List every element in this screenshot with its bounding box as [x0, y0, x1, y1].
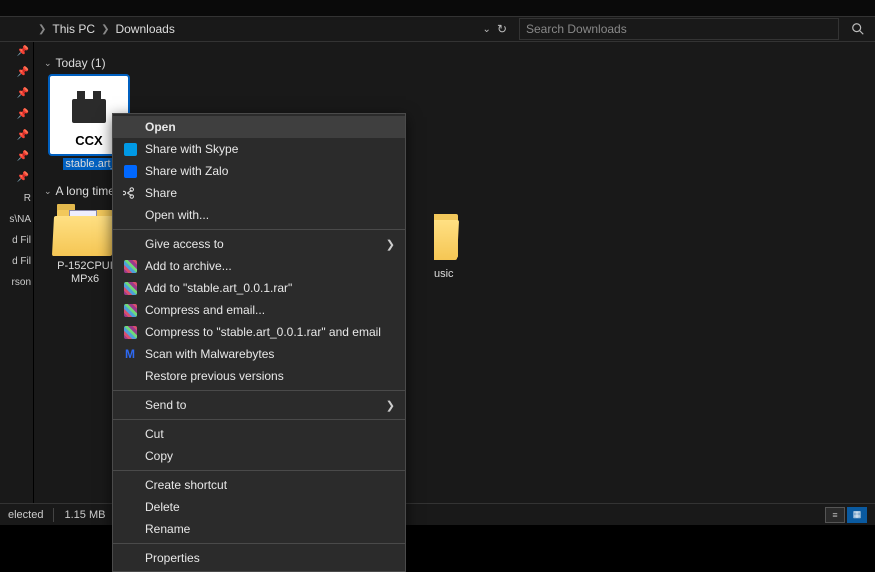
ctx-send-to[interactable]: Send to ❯ — [113, 394, 405, 416]
ctx-separator — [113, 470, 405, 471]
sidebar-item-label[interactable]: s\NA — [9, 214, 33, 225]
ctx-give-access[interactable]: Give access to ❯ — [113, 233, 405, 255]
ctx-share-zalo[interactable]: Share with Zalo — [113, 160, 405, 182]
ctx-separator — [113, 390, 405, 391]
navigation-pane[interactable]: 📌 📌 📌 📌 📌 📌 📌 R s\NA d Fil d Fil rson — [0, 42, 34, 503]
winrar-icon — [124, 326, 137, 339]
pin-icon: 📌 — [17, 88, 33, 99]
share-icon — [121, 185, 139, 201]
ctx-restore-previous[interactable]: Restore previous versions — [113, 365, 405, 387]
chevron-down-icon: ⌄ — [44, 58, 52, 69]
ctx-open-with[interactable]: Open with... — [113, 204, 405, 226]
refresh-icon[interactable]: ↻ — [497, 22, 507, 36]
ctx-add-archive[interactable]: Add to archive... — [113, 255, 405, 277]
search-placeholder: Search Downloads — [526, 22, 832, 36]
status-size-label: 1.15 MB — [64, 509, 105, 521]
pin-icon: 📌 — [17, 151, 33, 162]
ctx-cut[interactable]: Cut — [113, 423, 405, 445]
ctx-separator — [113, 229, 405, 230]
ctx-compress-to[interactable]: Compress to "stable.art_0.0.1.rar" and e… — [113, 321, 405, 343]
address-bar: ❯ This PC ❯ Downloads ⌄ ↻ Search Downloa… — [0, 16, 875, 42]
folder-name-label: usic — [434, 268, 454, 280]
folder-thumbnail — [53, 206, 117, 256]
breadcrumb-item[interactable]: Downloads — [115, 22, 174, 36]
view-large-icons-button[interactable]: ▦ — [847, 507, 867, 523]
pin-icon: 📌 — [17, 67, 33, 78]
search-input[interactable]: Search Downloads — [519, 18, 839, 40]
chevron-down-icon: ⌄ — [44, 186, 52, 197]
chevron-right-icon: ❯ — [386, 238, 395, 251]
zalo-icon — [124, 165, 137, 178]
pin-icon: 📌 — [17, 109, 33, 120]
search-icon[interactable] — [851, 22, 865, 36]
chevron-down-icon[interactable]: ⌄ — [483, 24, 491, 35]
ctx-properties[interactable]: Properties — [113, 547, 405, 569]
folder-item-partial[interactable] — [434, 210, 464, 262]
winrar-icon — [124, 260, 137, 273]
status-divider — [53, 508, 54, 522]
address-refresh-group: ⌄ ↻ — [483, 22, 515, 36]
sidebar-item-label[interactable]: d Fil — [12, 256, 33, 267]
chevron-right-icon: ❯ — [38, 24, 46, 35]
sidebar-item-label[interactable]: d Fil — [12, 235, 33, 246]
ctx-open[interactable]: Open — [113, 116, 405, 138]
ctx-create-shortcut[interactable]: Create shortcut — [113, 474, 405, 496]
sidebar-item-label[interactable]: R — [24, 193, 33, 204]
ctx-share-skype[interactable]: Share with Skype — [113, 138, 405, 160]
ctx-rename[interactable]: Rename — [113, 518, 405, 540]
pin-icon: 📌 — [17, 46, 33, 57]
ctx-add-to-rar[interactable]: Add to "stable.art_0.0.1.rar" — [113, 277, 405, 299]
chevron-right-icon: ❯ — [101, 24, 109, 35]
ctx-compress-email[interactable]: Compress and email... — [113, 299, 405, 321]
group-header-today[interactable]: ⌄ Today (1) — [44, 56, 865, 70]
group-header-label: Today (1) — [56, 56, 106, 70]
file-name-label: stable.art_ — [63, 158, 118, 170]
file-extension-label: CCX — [75, 133, 102, 148]
chevron-right-icon: ❯ — [386, 399, 395, 412]
breadcrumb[interactable]: ❯ This PC ❯ Downloads — [34, 22, 175, 36]
ctx-separator — [113, 419, 405, 420]
sidebar-item-label[interactable]: rson — [12, 277, 33, 288]
ctx-copy[interactable]: Copy — [113, 445, 405, 467]
pin-icon: 📌 — [17, 172, 33, 183]
ribbon-placeholder — [0, 0, 875, 16]
context-menu: Open Share with Skype Share with Zalo Sh… — [112, 113, 406, 572]
pin-icon: 📌 — [17, 130, 33, 141]
ctx-delete[interactable]: Delete — [113, 496, 405, 518]
group-header-label: A long time — [56, 184, 115, 198]
breadcrumb-item[interactable]: This PC — [52, 22, 95, 36]
plugin-glyph-icon — [72, 99, 106, 123]
ctx-scan-malwarebytes[interactable]: M Scan with Malwarebytes — [113, 343, 405, 365]
skype-icon — [124, 143, 137, 156]
winrar-icon — [124, 282, 137, 295]
winrar-icon — [124, 304, 137, 317]
ctx-share[interactable]: Share — [113, 182, 405, 204]
ctx-separator — [113, 543, 405, 544]
malwarebytes-icon: M — [125, 347, 135, 361]
view-details-button[interactable]: ≡ — [825, 507, 845, 523]
status-selected-label: elected — [8, 509, 43, 521]
